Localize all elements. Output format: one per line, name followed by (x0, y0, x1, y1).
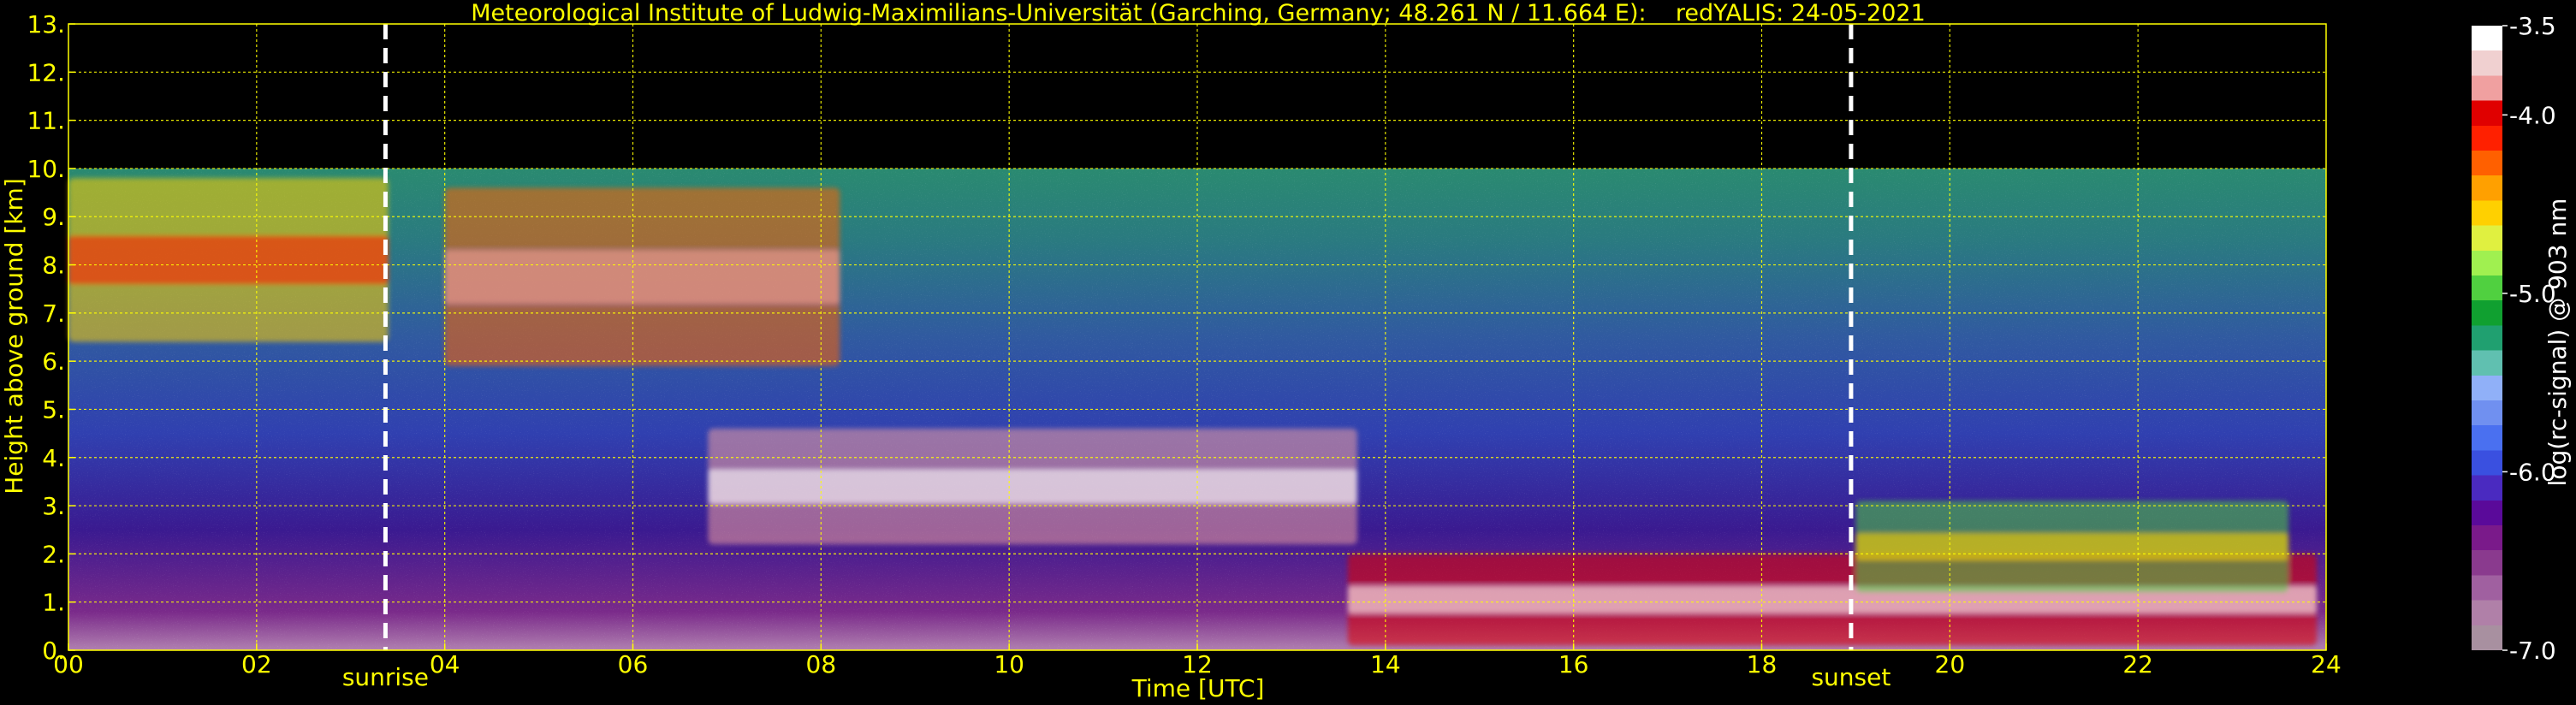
x-tick-label: 20 (1935, 650, 1966, 678)
y-tick-label: 1. (42, 589, 65, 617)
x-tick-label: 16 (1558, 650, 1589, 678)
colorbar: -3.5-4.0-5.0-6.0-7.0 log(rc-signal) @ 90… (2472, 12, 2572, 665)
y-tick-label: 9. (42, 203, 65, 231)
y-tick-label: 5. (42, 395, 65, 424)
x-tick-label: 04 (430, 650, 460, 678)
colorbar-tick-label: -3.5 (2509, 12, 2556, 40)
y-tick-label: 11. (27, 107, 65, 135)
colorbar-label: log(rc-signal) @ 903 nm (2543, 198, 2572, 487)
feature-cirrus-core (68, 235, 389, 285)
chart-title: Meteorological Institute of Ludwig-Maxim… (471, 0, 1926, 27)
x-tick-label: 06 (618, 650, 649, 678)
plot-area: sunrise sunset (68, 23, 2327, 691)
feature-cirrus-core (444, 250, 840, 304)
colorbar-tick-label: -7.0 (2509, 637, 2556, 665)
x-axis-label: Time [UTC] (1131, 674, 1265, 702)
x-tick-label: 22 (2122, 650, 2153, 678)
y-tick-label: 10. (27, 155, 65, 183)
y-tick-label: 4. (42, 444, 65, 472)
sunrise-label: sunrise (342, 663, 429, 691)
colorbar-scale (2472, 26, 2502, 650)
sunset-label: sunset (1811, 663, 1890, 691)
y-axis-label: Height above ground [km] (0, 178, 28, 495)
y-tick-label: 0. (42, 637, 65, 665)
y-tick-label: 6. (42, 347, 65, 376)
y-tick-label: 13. (27, 10, 65, 39)
feature-residual-layer-core (1855, 532, 2289, 560)
y-tick-label: 7. (42, 299, 65, 328)
y-tick-label: 3. (42, 492, 65, 520)
lidar-figure: sunrise sunset 00 02 04 06 08 10 12 14 16 18 20 22 24… (0, 0, 2572, 702)
x-tick-label: 08 (806, 650, 837, 678)
feature-descending-cloud-layer-core (708, 469, 1357, 504)
x-tick-label: 24 (2311, 650, 2342, 678)
x-tick-label: 10 (994, 650, 1024, 678)
y-tick-label: 12. (27, 58, 65, 86)
x-tick-label: 02 (241, 650, 272, 678)
y-tick-label: 8. (42, 252, 65, 280)
x-tick-label: 18 (1747, 650, 1778, 678)
colorbar-tick-label: -4.0 (2509, 101, 2556, 129)
y-tick-label: 2. (42, 540, 65, 568)
x-tick-label: 14 (1370, 650, 1401, 678)
